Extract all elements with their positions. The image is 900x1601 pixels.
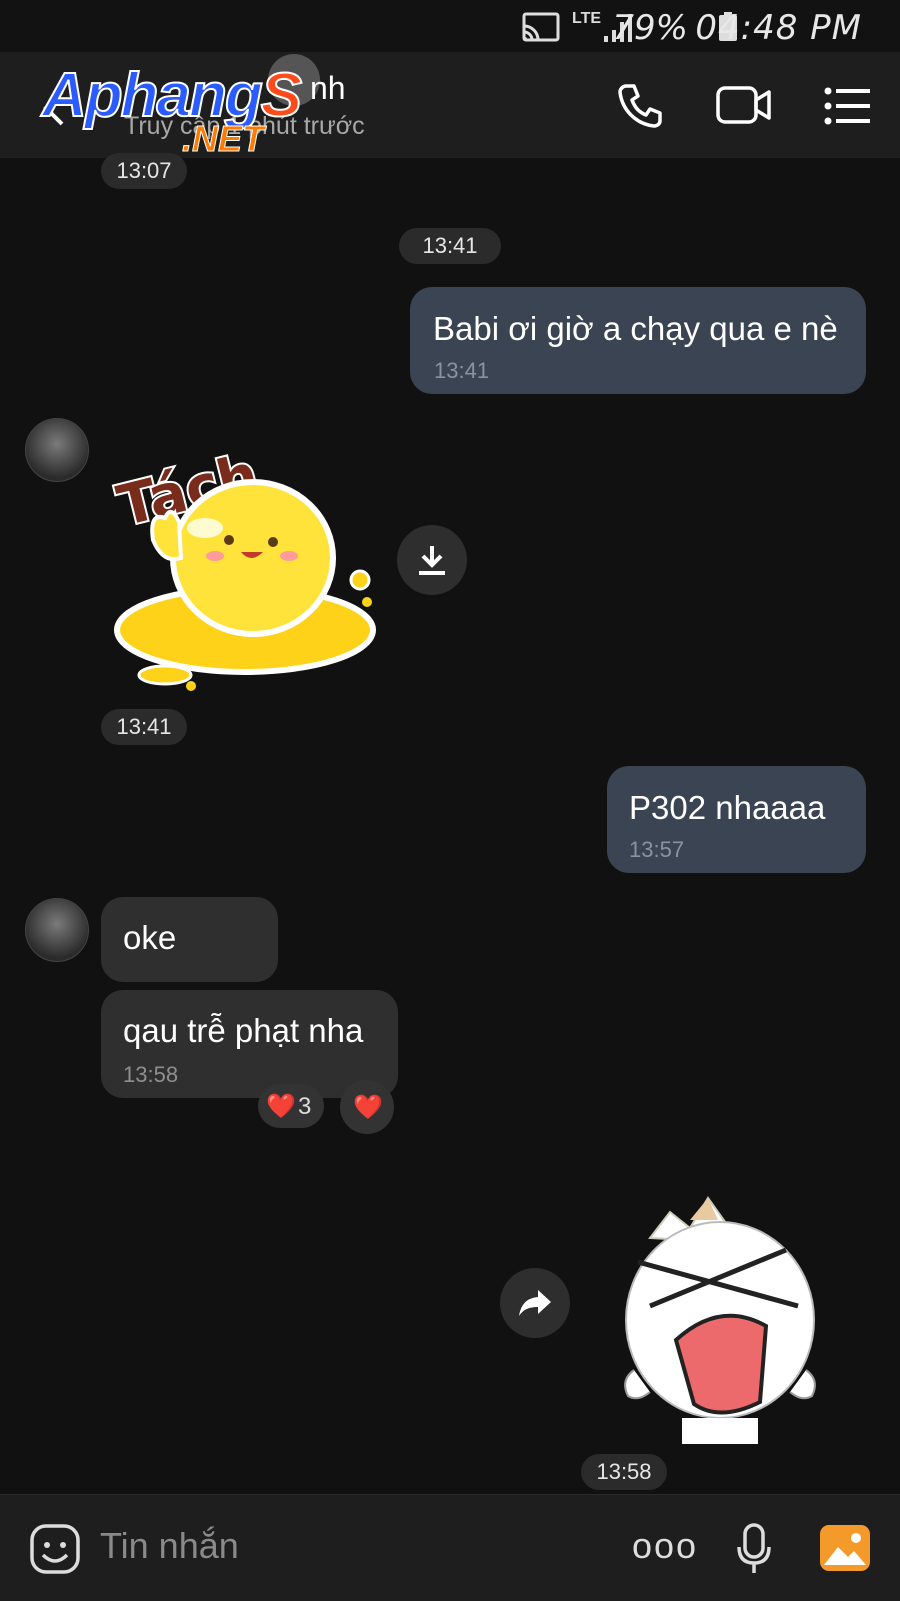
cast-icon <box>522 12 560 42</box>
contact-name[interactable]: nh <box>310 70 346 107</box>
heart-icon: ❤️ <box>353 1094 383 1121</box>
time-chip: 13:07 <box>101 153 187 189</box>
reaction-count: 3 <box>298 1093 312 1120</box>
sticker-time: 13:41 <box>101 709 187 745</box>
message-composer: Tin nhắn ooo <box>0 1494 900 1601</box>
reaction-summary[interactable]: ❤️ 3 <box>258 1084 324 1128</box>
menu-icon[interactable] <box>824 86 870 126</box>
sticker-image <box>624 1196 816 1444</box>
message-time: 13:57 <box>629 837 685 862</box>
gallery-icon[interactable] <box>818 1523 872 1573</box>
video-icon[interactable] <box>716 84 772 126</box>
sticker-image: Tách <box>109 440 376 691</box>
sticker-laughing[interactable] <box>610 1190 830 1450</box>
message-text: P302 nhaaaa <box>629 789 826 826</box>
download-button[interactable] <box>397 525 467 595</box>
incoming-message[interactable]: oke <box>101 897 278 982</box>
message-time: 13:41 <box>434 358 490 383</box>
incoming-message[interactable]: qau trễ phạt nha 13:58 <box>101 990 398 1098</box>
outgoing-message[interactable]: Babi ơi giờ a chạy qua e nè 13:41 <box>410 287 866 394</box>
heart-reaction-icon: ❤️ <box>266 1093 296 1120</box>
more-icon[interactable]: ooo <box>632 1525 698 1567</box>
time-separator: 13:41 <box>399 228 501 264</box>
message-text: oke <box>123 919 177 956</box>
battery-percent: 79% <box>612 8 688 48</box>
outgoing-message[interactable]: P302 nhaaaa 13:57 <box>607 766 866 873</box>
contact-avatar[interactable] <box>25 898 89 962</box>
contact-avatar[interactable] <box>25 418 89 482</box>
download-icon <box>419 546 445 575</box>
message-input[interactable]: Tin nhắn <box>100 1525 239 1567</box>
react-button[interactable]: ❤️ <box>340 1080 394 1134</box>
forward-button[interactable] <box>500 1268 570 1338</box>
mic-icon[interactable] <box>736 1523 772 1575</box>
forward-icon <box>519 1290 551 1316</box>
watermark-net: .NET <box>181 118 265 160</box>
emoji-icon[interactable] <box>29 1523 81 1575</box>
message-text: Babi ơi giờ a chạy qua e nè <box>433 310 838 347</box>
message-text: qau trễ phạt nha <box>123 1012 364 1049</box>
chat-header: nh Truy cập 1 phút trước AphangS .NET <box>0 52 900 160</box>
message-time: 13:58 <box>123 1062 179 1087</box>
sticker-tach[interactable]: Tách <box>105 420 385 700</box>
network-type: LTE <box>572 10 602 27</box>
phone-icon[interactable] <box>616 82 664 130</box>
status-time: 04:48 PM <box>695 8 862 48</box>
status-bar: LTE 79% 04:48 PM <box>0 0 900 52</box>
sticker-time: 13:58 <box>581 1454 667 1490</box>
